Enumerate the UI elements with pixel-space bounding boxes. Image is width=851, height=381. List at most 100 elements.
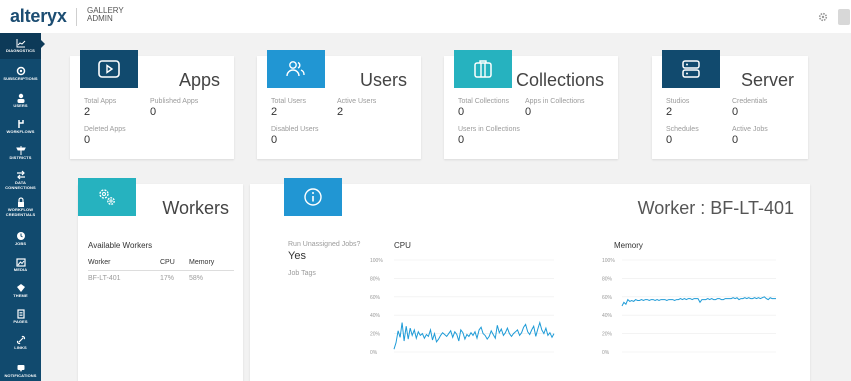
run-unassigned-label: Run Unassigned Jobs? [288, 241, 361, 248]
sidebar-item-label-line2: CREDENTIALS [5, 211, 36, 217]
column-header-memory[interactable]: Memory [189, 259, 214, 266]
job-tags-label: Job Tags [288, 270, 316, 277]
sidebar-item-label: NOTIFICATIONS [4, 373, 37, 378]
memory-y-tick-label: 20% [602, 332, 613, 338]
memory-y-tick-label: 80% [602, 276, 613, 282]
sidebar-item-label: PAGES [13, 319, 28, 324]
users-card[interactable]: Users Total Users 2 Active Users 2 Disab… [257, 50, 421, 159]
gallery-admin-label: GALLERY ADMIN [87, 7, 124, 23]
sidebar-item-jobs[interactable]: JOBS [0, 231, 41, 257]
memory-y-tick-label: 100% [602, 258, 615, 264]
stat-value: 2 [271, 106, 278, 118]
column-header-cpu[interactable]: CPU [160, 259, 175, 266]
stat-label: Users in Collections [458, 126, 520, 133]
arrows-icon [16, 170, 25, 180]
stat-label: Total Users [271, 98, 307, 105]
stat-label: Credentials [732, 98, 768, 105]
cpu-y-tick-label: 60% [370, 295, 381, 301]
stat-value: 0 [732, 106, 739, 118]
stat-disabled-users: Disabled Users 0 [271, 126, 318, 146]
sidebar-item-notifications[interactable]: NOTIFICATIONS [0, 363, 41, 381]
sidebar-item-diagnostics[interactable]: DIAGNOSTICS [0, 33, 41, 59]
sidebar-item-label: WORKFLOWS [6, 129, 35, 134]
detail-tile [284, 178, 342, 216]
stat-published-apps: Published Apps 0 [150, 98, 198, 118]
server-icon [682, 60, 700, 78]
notifications-icon [17, 365, 24, 372]
link-icon [16, 335, 25, 345]
stat-apps-in-collections: Apps in Collections 0 [525, 98, 585, 118]
memory-chart-title: Memory [614, 241, 643, 250]
user-icon [17, 93, 24, 103]
sidebar-item-users[interactable]: USERS [0, 93, 41, 119]
memory-y-tick-label: 60% [602, 295, 613, 301]
stat-value: 0 [525, 106, 532, 118]
settings-gear-icon[interactable] [818, 12, 828, 22]
sidebar-item-label: LINKS [14, 345, 27, 350]
stat-deleted-apps: Deleted Apps 0 [84, 126, 126, 146]
user-avatar[interactable] [838, 9, 850, 25]
stat-label: Deleted Apps [84, 126, 126, 133]
server-card[interactable]: Server Studios 2 Credentials 0 Schedules… [652, 50, 808, 159]
sidebar-item-label-line2: CONNECTIONS [5, 184, 36, 190]
play-icon [98, 60, 120, 78]
cpu-y-tick-label: 20% [370, 332, 381, 338]
chart-icon [16, 39, 25, 48]
stat-value: 0 [271, 134, 278, 146]
sidebar-item-label: DISTRICTS [9, 155, 32, 160]
sidebar-item-theme[interactable]: THEME [0, 283, 41, 309]
workers-tile [78, 178, 136, 216]
collections-title: Collections [515, 70, 604, 90]
sidebar-item-label: JOBS [14, 241, 27, 246]
users-title: Users [359, 70, 407, 90]
table-divider [88, 270, 234, 271]
sidebar-item-pages[interactable]: PAGES [0, 309, 41, 335]
sidebar-item-data-connections[interactable]: DATA CONNECTIONS [0, 170, 41, 196]
run-unassigned-value: Yes [288, 250, 306, 262]
sidebar-item-media[interactable]: MEDIA [0, 257, 41, 283]
stat-value: 2 [666, 106, 673, 118]
worker-detail-title: Worker : BF-LT-401 [637, 198, 794, 218]
worker-detail-card: Worker : BF-LT-401 Run Unassigned Jobs? … [250, 178, 810, 381]
sidebar-item-links[interactable]: LINKS [0, 335, 41, 361]
sidebar-item-workflow-credentials[interactable]: WORKFLOW CREDENTIALS [0, 197, 41, 223]
stat-label: Active Users [337, 98, 377, 105]
stat-value: 0 [458, 134, 465, 146]
sidebar-item-label: MEDIA [13, 267, 28, 272]
cpu-chart-title: CPU [394, 241, 411, 250]
stat-label: Studios [666, 98, 690, 105]
available-workers-heading: Available Workers [88, 241, 153, 250]
server-tile [662, 50, 720, 88]
sidebar-item-workflows[interactable]: WORKFLOWS [0, 119, 41, 145]
stat-value: 0 [732, 134, 739, 146]
apps-card[interactable]: Apps Total Apps 2 Published Apps 0 Delet… [70, 50, 234, 159]
stat-total-users: Total Users 2 [271, 98, 306, 118]
sidebar-item-subscriptions[interactable]: SUBSCRIPTIONS [0, 66, 41, 92]
cpu-y-tick-label: 100% [370, 258, 383, 264]
alteryx-logo[interactable]: alteryx [10, 6, 67, 27]
sidebar: DIAGNOSTICS SUBSCRIPTIONS USERS WORKFLOW… [0, 33, 41, 381]
server-title: Server [740, 70, 794, 90]
stat-value: 0 [458, 106, 465, 118]
workers-card: Workers Available Workers Worker CPU Mem… [78, 178, 243, 381]
column-header-worker[interactable]: Worker [88, 259, 110, 266]
worker-name-cell[interactable]: BF-LT-401 [88, 275, 121, 282]
stat-value: 0 [666, 134, 673, 146]
stat-label: Total Apps [84, 98, 117, 105]
stat-active-users: Active Users 2 [337, 98, 376, 118]
sidebar-item-districts[interactable]: DISTRICTS [0, 145, 41, 171]
cpu-series-line [393, 320, 555, 350]
collections-card[interactable]: Collections Total Collections 0 Apps in … [444, 50, 618, 159]
gallery-admin-line2: ADMIN [87, 14, 113, 23]
stat-credentials: Credentials 0 [732, 98, 767, 118]
stat-label: Apps in Collections [525, 98, 585, 105]
jobs-icon [16, 232, 25, 240]
cpu-y-tick-label: 40% [370, 313, 381, 319]
workflows-icon [17, 120, 24, 128]
cpu-chart: 0% 20% 40% 60% 80% 100% [370, 258, 555, 356]
stat-total-apps: Total Apps 2 [84, 98, 116, 118]
cpu-y-tick-label: 80% [370, 276, 381, 282]
memory-y-tick-label: 0% [602, 350, 610, 356]
stat-total-collections: Total Collections 0 [458, 98, 509, 118]
stat-label: Schedules [666, 126, 699, 133]
